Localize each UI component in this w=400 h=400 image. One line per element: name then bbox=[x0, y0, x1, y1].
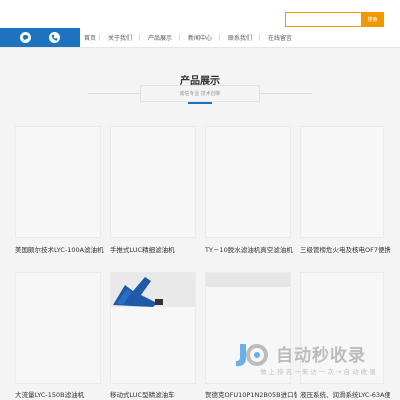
divider-left bbox=[88, 93, 140, 94]
product-card[interactable]: TY－10脱水滤油机真空滤油机 bbox=[205, 126, 293, 256]
phone-icon-glyph bbox=[51, 34, 58, 41]
product-name[interactable]: 大流量LYC-150B滤油机 bbox=[15, 389, 105, 399]
product-card[interactable]: 三级管榜危火电及核电OF7便携式 bbox=[300, 126, 390, 256]
nav-item-contact[interactable]: 联系我们 bbox=[220, 28, 260, 47]
subtitle-box: 诚信专业 技术创新 bbox=[140, 85, 260, 102]
top-bar: 搜索 bbox=[0, 0, 400, 28]
chat-icon[interactable] bbox=[20, 32, 31, 43]
section-subtitle: 诚信专业 技术创新 bbox=[179, 91, 221, 97]
product-image[interactable] bbox=[205, 126, 291, 238]
product-card[interactable]: 美国颇尔技术LYC-100A滤油机 bbox=[15, 126, 104, 256]
product-name[interactable]: TY－10脱水滤油机真空滤油机 bbox=[205, 244, 297, 254]
filter-cart-photo bbox=[111, 273, 195, 307]
product-name[interactable]: 手推式LUC精细滤油机 bbox=[110, 244, 200, 254]
chat-icon-glyph bbox=[22, 34, 29, 41]
nav-menu: 首页 关于我们 产品展示 新闻中心 联系我们 在线留言 bbox=[80, 28, 300, 47]
search-input[interactable] bbox=[285, 12, 361, 27]
product-image[interactable] bbox=[15, 126, 101, 238]
product-card[interactable]: 手推式LUC精细滤油机 bbox=[110, 126, 196, 256]
nav-item-news[interactable]: 新闻中心 bbox=[180, 28, 220, 47]
watermark-tagline: 做 上 排 名 → 来 访 一 次 → 自 动 收 录 bbox=[260, 368, 376, 376]
product-name[interactable]: 液压系统、润滑系统LYC-63A便携 bbox=[300, 389, 390, 399]
nav-item-home[interactable]: 首页 bbox=[80, 28, 100, 47]
phone-icon[interactable] bbox=[49, 32, 60, 43]
nav-item-message[interactable]: 在线留言 bbox=[260, 28, 300, 47]
product-name[interactable]: 移动式LUC型精滤油车 bbox=[110, 389, 200, 399]
product-image-top bbox=[206, 273, 290, 287]
product-image[interactable] bbox=[300, 126, 384, 238]
divider-right bbox=[260, 93, 312, 94]
product-image[interactable] bbox=[15, 272, 101, 384]
nav-item-about[interactable]: 关于我们 bbox=[100, 28, 140, 47]
title-accent-bar bbox=[188, 102, 212, 104]
main-navbar: 首页 关于我们 产品展示 新闻中心 联系我们 在线留言 bbox=[0, 28, 400, 48]
search-button[interactable]: 搜索 bbox=[361, 12, 384, 27]
nav-item-products[interactable]: 产品展示 bbox=[140, 28, 180, 47]
product-name[interactable]: 贺德克OFU10P1N2B05B进口替代 bbox=[205, 389, 297, 399]
product-card[interactable]: 大流量LYC-150B滤油机 bbox=[15, 272, 101, 400]
watermark-brand: 自动秒收录 bbox=[276, 346, 366, 366]
product-image[interactable] bbox=[110, 272, 196, 384]
product-name[interactable]: 三级管榜危火电及核电OF7便携式 bbox=[300, 244, 390, 254]
product-card[interactable]: 移动式LUC型精滤油车 bbox=[110, 272, 196, 400]
watermark: 自动秒收录 做 上 排 名 → 来 访 一 次 → 自 动 收 录 bbox=[230, 336, 390, 382]
nav-icon-block bbox=[0, 28, 80, 47]
product-image[interactable] bbox=[110, 126, 196, 238]
product-name[interactable]: 美国颇尔技术LYC-100A滤油机 bbox=[15, 244, 115, 254]
